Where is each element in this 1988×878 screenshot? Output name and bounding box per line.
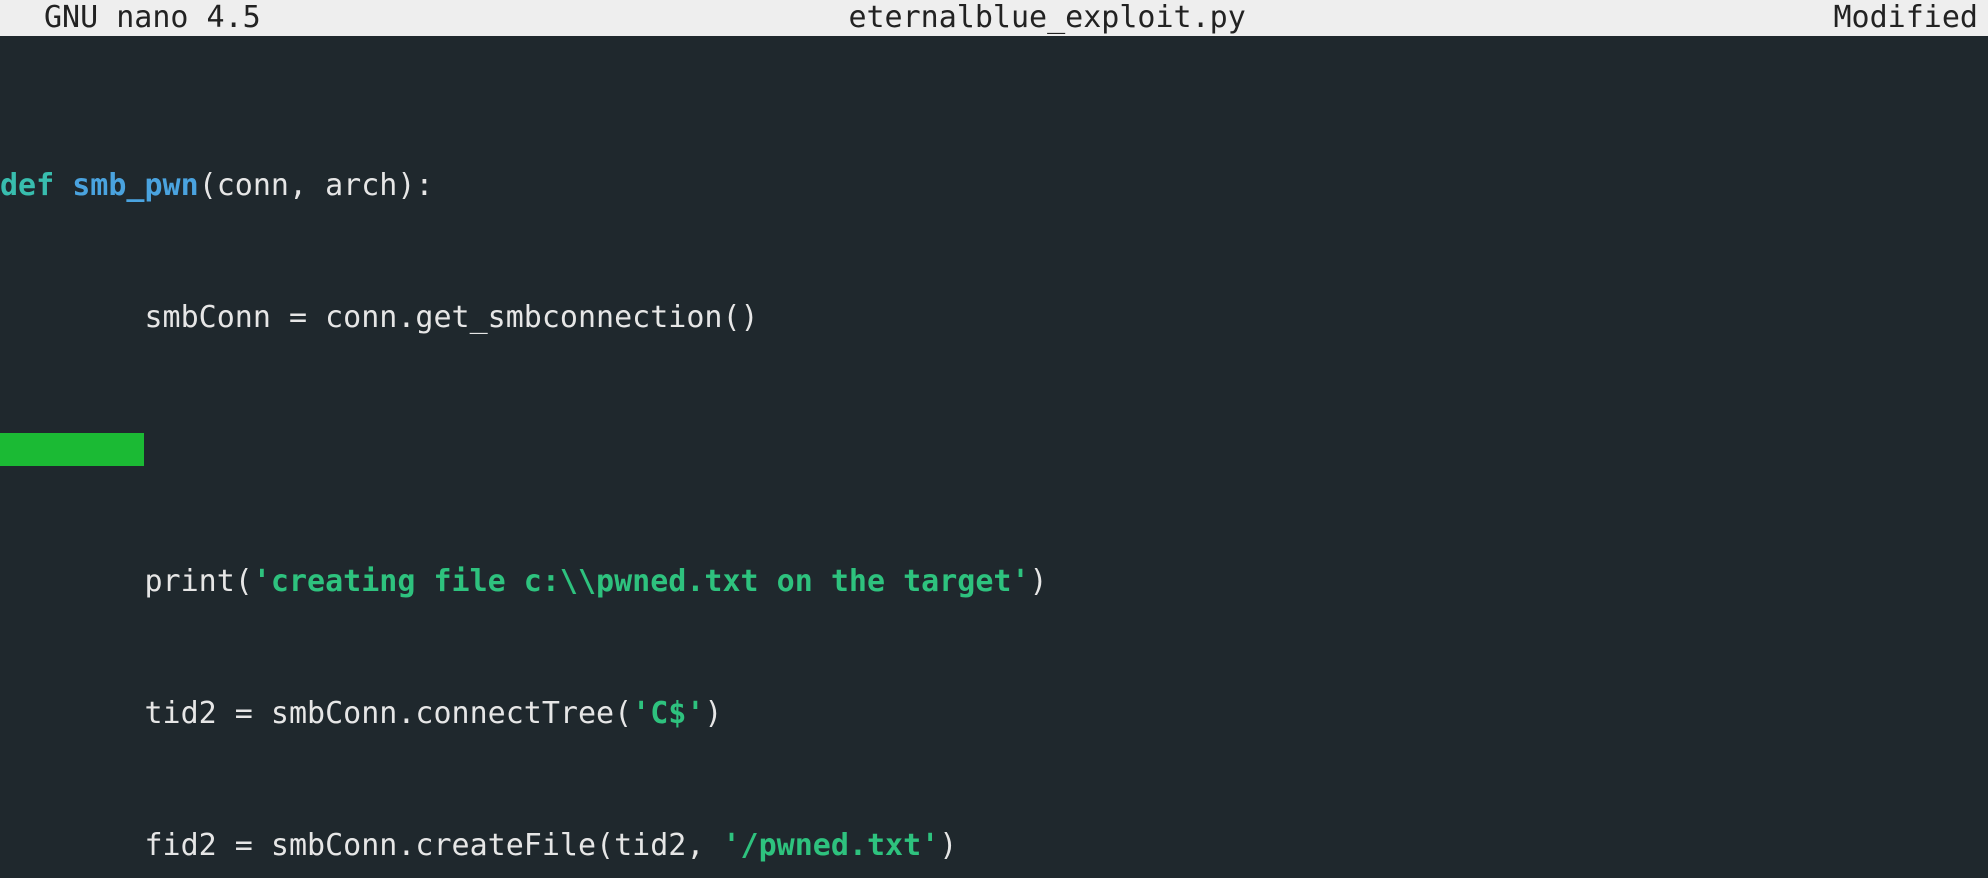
code-text: ) bbox=[704, 696, 722, 731]
highlight-block bbox=[0, 433, 144, 466]
editor-modified: Modified bbox=[1834, 0, 1983, 36]
code-line: tid2 = smbConn.connectTree('C$') bbox=[0, 697, 1988, 730]
code-text: (conn, arch): bbox=[199, 168, 434, 203]
keyword-def: def bbox=[0, 168, 72, 203]
string-literal: '/pwned.txt' bbox=[722, 828, 939, 863]
code-line bbox=[0, 433, 1988, 466]
editor-titlebar: GNU nano 4.5 eternalblue_exploit.py Modi… bbox=[0, 0, 1988, 36]
string-literal: 'C$' bbox=[632, 696, 704, 731]
code-text: ) bbox=[939, 828, 957, 863]
function-name: smb_pwn bbox=[72, 168, 198, 203]
code-text: smbConn = conn.get_smbconnection() bbox=[0, 300, 759, 335]
editor-file-name: eternalblue_exploit.py bbox=[261, 0, 1834, 36]
string-literal: 'creating file c:\\pwned.txt on the targ… bbox=[253, 564, 1030, 599]
code-text: tid2 = smbConn.connectTree( bbox=[0, 696, 632, 731]
code-line: def smb_pwn(conn, arch): bbox=[0, 169, 1988, 202]
code-line: print('creating file c:\\pwned.txt on th… bbox=[0, 565, 1988, 598]
code-line: smbConn = conn.get_smbconnection() bbox=[0, 301, 1988, 334]
code-text: fid2 = smbConn.createFile(tid2, bbox=[0, 828, 722, 863]
code-line: fid2 = smbConn.createFile(tid2, '/pwned.… bbox=[0, 829, 1988, 862]
code-text: print( bbox=[0, 564, 253, 599]
editor-app-name: GNU nano 4.5 bbox=[6, 0, 261, 36]
editor-content[interactable]: def smb_pwn(conn, arch): smbConn = conn.… bbox=[0, 36, 1988, 878]
code-text: ) bbox=[1030, 564, 1048, 599]
